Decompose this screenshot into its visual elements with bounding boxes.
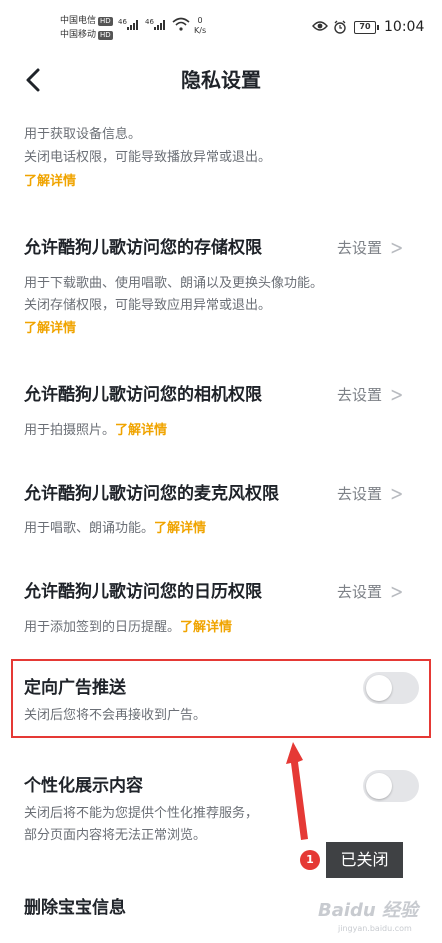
baidu-watermark: Baidu 经验 bbox=[318, 900, 419, 921]
alarm-icon bbox=[334, 20, 346, 34]
clock: 10:04 bbox=[384, 19, 425, 35]
annotation-tooltip: 已关闭 bbox=[326, 842, 403, 878]
signal-icon-2: 46 bbox=[145, 18, 165, 30]
camera-settings-button[interactable]: 去设置 > bbox=[337, 382, 403, 407]
signal-icon: 46 bbox=[118, 18, 138, 30]
storage-desc-2: 关闭存储权限，可能导致应用异常或退出。 bbox=[24, 298, 272, 313]
microphone-settings-button[interactable]: 去设置 > bbox=[337, 481, 403, 506]
carrier-2: 中国移动 HD bbox=[60, 30, 113, 40]
chevron-right-icon: > bbox=[390, 382, 404, 407]
battery-icon: 70 bbox=[354, 21, 379, 34]
svg-text:46: 46 bbox=[118, 18, 127, 26]
carrier-1: 中国电信 HD bbox=[60, 16, 113, 26]
personalized-desc-1: 关闭后将不能为您提供个性化推荐服务， bbox=[24, 806, 259, 821]
phone-learn-more-link[interactable]: 了解详情 bbox=[24, 172, 76, 192]
toggle-knob bbox=[366, 773, 392, 799]
storage-permission-title: 允许酷狗儿歌访问您的存储权限 bbox=[24, 238, 262, 258]
targeted-ads-title: 定向广告推送 bbox=[24, 678, 126, 698]
calendar-learn-more-link[interactable]: 了解详情 bbox=[180, 620, 232, 635]
microphone-permission-title: 允许酷狗儿歌访问您的麦克风权限 bbox=[24, 484, 279, 504]
network-speed: 0 K/s bbox=[194, 16, 207, 35]
camera-desc: 用于拍摄照片。了解详情 bbox=[24, 423, 168, 438]
camera-permission-title: 允许酷狗儿歌访问您的相机权限 bbox=[24, 385, 262, 405]
annotation-number-badge: 1 bbox=[300, 850, 320, 870]
annotation-arrow bbox=[286, 742, 308, 840]
storage-desc-1: 用于下载歌曲、使用唱歌、朗诵以及更换头像功能。 bbox=[24, 276, 324, 291]
phone-permission-desc-1: 用于获取设备信息。 bbox=[24, 127, 142, 142]
storage-learn-more-link[interactable]: 了解详情 bbox=[24, 319, 76, 339]
calendar-permission-title: 允许酷狗儿歌访问您的日历权限 bbox=[24, 582, 262, 602]
chevron-right-icon: > bbox=[390, 481, 404, 506]
wifi-icon bbox=[172, 17, 190, 31]
baidu-watermark-sub: jingyan.baidu.com bbox=[338, 924, 412, 933]
storage-settings-button[interactable]: 去设置 > bbox=[337, 235, 403, 260]
targeted-ads-toggle[interactable] bbox=[363, 672, 419, 704]
microphone-desc: 用于唱歌、朗诵功能。了解详情 bbox=[24, 521, 207, 536]
targeted-ads-desc: 关闭后您将不会再接收到广告。 bbox=[24, 708, 207, 723]
chevron-right-icon: > bbox=[390, 579, 404, 604]
personalized-content-toggle[interactable] bbox=[363, 770, 419, 802]
delete-baby-info-item[interactable]: 删除宝宝信息 bbox=[24, 896, 126, 920]
svg-text:46: 46 bbox=[145, 18, 154, 26]
microphone-learn-more-link[interactable]: 了解详情 bbox=[154, 521, 206, 536]
camera-learn-more-link[interactable]: 了解详情 bbox=[115, 423, 167, 438]
personalized-desc-2: 部分页面内容将无法正常浏览。 bbox=[24, 828, 207, 843]
personalized-content-title: 个性化展示内容 bbox=[24, 776, 143, 796]
status-bar: 中国电信 HD 中国移动 HD 46 46 0 K/s 70 10:04 bbox=[0, 0, 442, 56]
page-title: 隐私设置 bbox=[181, 68, 261, 92]
calendar-desc: 用于添加签到的日历提醒。了解详情 bbox=[24, 620, 233, 635]
phone-permission-desc-2: 关闭电话权限，可能导致播放异常或退出。 bbox=[24, 150, 272, 165]
calendar-settings-button[interactable]: 去设置 > bbox=[337, 579, 403, 604]
chevron-right-icon: > bbox=[390, 235, 404, 260]
toggle-knob bbox=[366, 675, 392, 701]
eye-icon bbox=[312, 21, 328, 31]
